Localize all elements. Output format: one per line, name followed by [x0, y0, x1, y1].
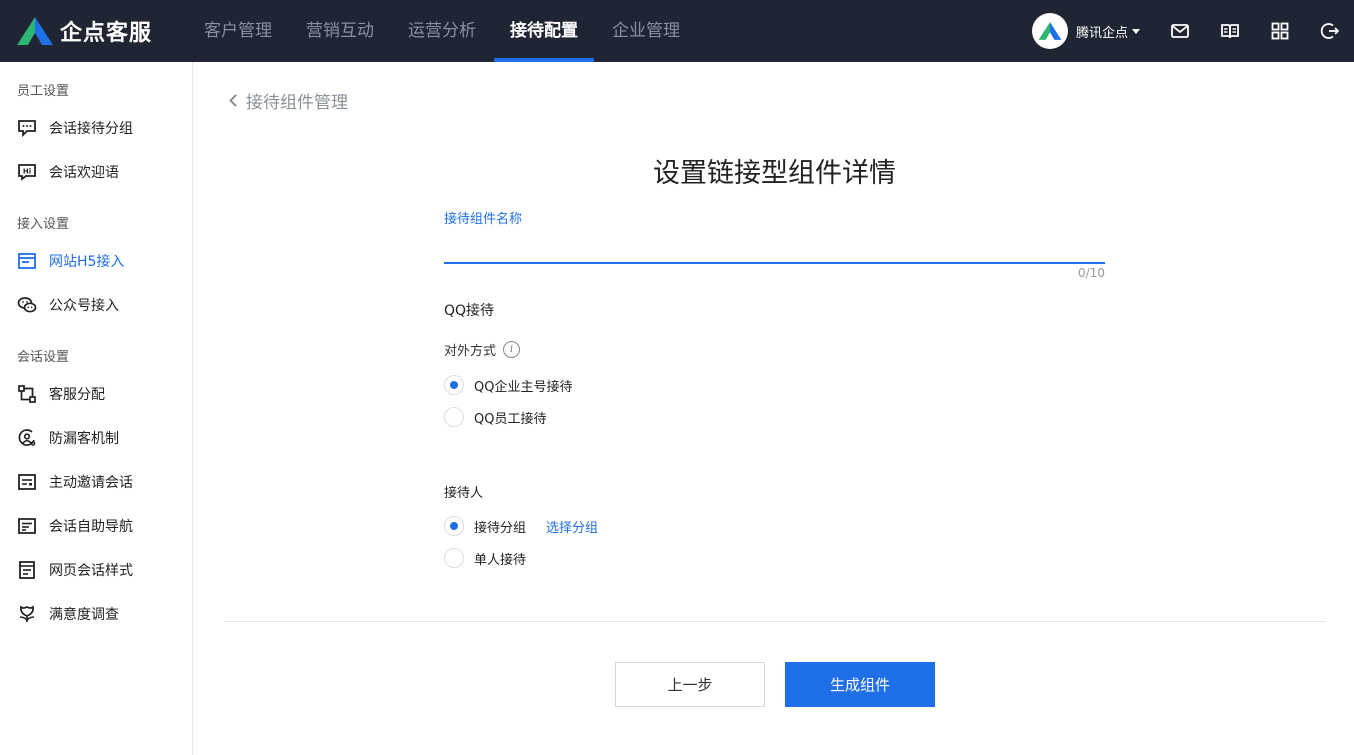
apps-grid-icon[interactable]	[1270, 21, 1290, 41]
page-title: 设置链接型组件详情	[653, 158, 896, 189]
mail-icon[interactable]	[1170, 21, 1190, 41]
top-nav-bar: 企点客服 客户管理 营销互动 运营分析 接待配置 企业管理 腾讯企点	[0, 0, 1354, 62]
book-icon[interactable]	[1220, 21, 1240, 41]
sidebar-item-chat-group[interactable]: 会话接待分组	[0, 115, 192, 141]
radio-group-reception[interactable]: 接待分组 选择分组	[444, 516, 598, 536]
radio-label: 接待分组	[474, 520, 527, 536]
previous-step-button[interactable]: 上一步	[615, 662, 765, 707]
sidebar-item-label: 公众号接入	[49, 298, 119, 314]
select-group-link[interactable]: 选择分组	[546, 517, 598, 536]
chat-group-icon	[17, 118, 37, 138]
sidebar-item-satisfaction[interactable]: 满意度调查	[0, 601, 192, 627]
shield-user-icon	[17, 428, 37, 448]
web-window-icon	[17, 251, 37, 271]
radio-qq-staff[interactable]: QQ员工接待	[444, 407, 546, 427]
distribute-icon	[17, 384, 37, 404]
radio-button-checked[interactable]	[444, 516, 464, 536]
radio-label: QQ员工接待	[474, 411, 547, 427]
nav-message-icon	[17, 516, 37, 536]
qidian-logo-icon	[17, 17, 53, 45]
char-counter: 0/10	[1078, 266, 1105, 280]
wechat-icon	[17, 295, 37, 315]
back-link[interactable]: 接待组件管理	[228, 88, 348, 113]
radio-button[interactable]	[444, 407, 464, 427]
radio-qq-enterprise[interactable]: QQ企业主号接待	[444, 375, 572, 395]
sidebar-item-label: 网站H5接入	[49, 254, 125, 270]
generate-component-button[interactable]: 生成组件	[785, 662, 935, 707]
nav-customer-management[interactable]: 客户管理	[188, 0, 288, 62]
radio-single-reception[interactable]: 单人接待	[444, 548, 526, 568]
radio-button[interactable]	[444, 548, 464, 568]
hi-icon: Hi	[17, 162, 37, 182]
sidebar-item-label: 防漏客机制	[49, 431, 119, 447]
component-name-label: 接待组件名称	[444, 212, 523, 227]
sidebar-group-staff: 员工设置	[17, 84, 70, 99]
sidebar-item-label: 客服分配	[49, 387, 105, 403]
sidebar-item-anti-leak[interactable]: 防漏客机制	[0, 425, 192, 451]
chevron-left-icon	[229, 93, 242, 107]
info-icon[interactable]: i	[503, 340, 521, 358]
external-method-text: 对外方式	[444, 343, 497, 359]
nav-marketing[interactable]: 营销互动	[290, 0, 390, 62]
invite-card-icon	[17, 472, 37, 492]
sidebar-item-distribution[interactable]: 客服分配	[0, 381, 192, 407]
receiver-label: 接待人	[444, 486, 484, 501]
avatar[interactable]	[1031, 13, 1068, 49]
flower-icon	[17, 604, 37, 624]
caret-down-icon	[1132, 28, 1140, 34]
sidebar-item-official-account[interactable]: 公众号接入	[0, 292, 192, 318]
radio-label: 单人接待	[474, 552, 527, 568]
sidebar-item-label: 满意度调查	[49, 607, 119, 623]
back-link-label: 接待组件管理	[246, 92, 348, 113]
radio-button-checked[interactable]	[444, 375, 464, 395]
radio-label: QQ企业主号接待	[474, 379, 573, 395]
app-name: 企点客服	[60, 21, 153, 46]
footer-divider	[224, 621, 1326, 622]
sidebar-item-label: 会话欢迎语	[49, 165, 119, 181]
qq-section-title: QQ接待	[444, 303, 495, 319]
account-dropdown[interactable]: 腾讯企点	[1076, 22, 1140, 41]
sidebar-item-label: 主动邀请会话	[49, 475, 133, 491]
page-style-icon	[17, 560, 37, 580]
sidebar: 员工设置 会话接待分组 Hi 会话欢迎语 接入设置 网站H5接入 公众号接入 会…	[0, 62, 193, 755]
sidebar-item-page-style[interactable]: 网页会话样式	[0, 557, 192, 583]
main-nav: 客户管理 营销互动 运营分析 接待配置 企业管理	[188, 0, 698, 62]
account-name: 腾讯企点	[1075, 25, 1128, 41]
app-logo[interactable]: 企点客服	[16, 16, 152, 46]
logout-icon[interactable]	[1320, 21, 1340, 41]
sidebar-item-self-nav[interactable]: 会话自助导航	[0, 513, 192, 539]
sidebar-item-label: 会话自助导航	[49, 519, 133, 535]
top-right-tools: 腾讯企点	[1031, 0, 1354, 62]
external-method-label: 对外方式 i	[444, 339, 521, 359]
sidebar-item-label: 网页会话样式	[49, 563, 133, 579]
sidebar-item-label: 会话接待分组	[49, 121, 133, 137]
sidebar-group-access: 接入设置	[17, 217, 70, 232]
nav-reception-config[interactable]: 接待配置	[494, 0, 594, 62]
sidebar-group-session: 会话设置	[17, 350, 70, 365]
nav-enterprise-management[interactable]: 企业管理	[596, 0, 696, 62]
sidebar-item-invite[interactable]: 主动邀请会话	[0, 469, 192, 495]
qidian-avatar-icon	[1038, 22, 1062, 40]
svg-text:Hi: Hi	[23, 168, 31, 176]
sidebar-item-welcome[interactable]: Hi 会话欢迎语	[0, 159, 192, 185]
nav-analytics[interactable]: 运营分析	[392, 0, 492, 62]
sidebar-item-web-h5[interactable]: 网站H5接入	[0, 248, 192, 274]
component-name-input[interactable]	[444, 230, 1105, 264]
